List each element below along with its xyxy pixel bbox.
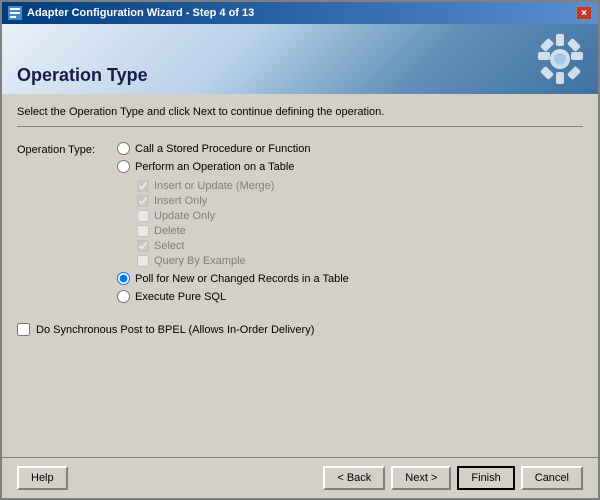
footer-right: < Back Next > Finish Cancel [323,466,583,490]
next-button[interactable]: Next > [391,466,451,490]
checkbox-sync-bpel-label[interactable]: Do Synchronous Post to BPEL (Allows In-O… [36,324,314,336]
radio-table-operation-label[interactable]: Perform an Operation on a Table [135,161,294,173]
checkbox-insert-only-label: Insert Only [154,195,207,207]
checkbox-query-by-example-label: Query By Example [154,255,246,267]
radio-poll-records-label[interactable]: Poll for New or Changed Records in a Tab… [135,273,349,285]
page-title: Operation Type [17,65,148,86]
checkbox-select[interactable] [137,240,149,252]
checkbox-item-delete: Delete [137,225,349,237]
radio-execute-sql[interactable] [117,290,130,303]
footer-left: Help [17,466,68,490]
footer: Help < Back Next > Finish Cancel [2,457,598,498]
checkbox-select-label: Select [154,240,185,252]
radio-item-table: Perform an Operation on a Table [117,160,349,173]
header-banner: Operation Type [2,24,598,94]
radio-table-operation[interactable] [117,160,130,173]
back-button[interactable]: < Back [323,466,385,490]
sync-checkbox-row: Do Synchronous Post to BPEL (Allows In-O… [17,323,583,336]
checkbox-item-update-only: Update Only [137,210,349,222]
cancel-button[interactable]: Cancel [521,466,583,490]
title-bar-text: Adapter Configuration Wizard - Step 4 of… [27,7,254,19]
wizard-window: Adapter Configuration Wizard - Step 4 of… [0,0,600,500]
close-button[interactable]: × [576,6,592,20]
checkbox-insert-update[interactable] [137,180,149,192]
radio-item-sql: Execute Pure SQL [117,290,349,303]
table-sub-options: Insert or Update (Merge) Insert Only Upd… [137,180,349,267]
radio-item-poll: Poll for New or Changed Records in a Tab… [117,272,349,285]
checkbox-query-by-example[interactable] [137,255,149,267]
radio-stored-procedure[interactable] [117,142,130,155]
checkbox-item-query: Query By Example [137,255,349,267]
operation-type-label: Operation Type: [17,142,102,156]
radio-execute-sql-label[interactable]: Execute Pure SQL [135,291,226,303]
radio-options-group: Call a Stored Procedure or Function Perf… [117,142,349,303]
checkbox-update-only-label: Update Only [154,210,215,222]
checkbox-insert-update-label: Insert or Update (Merge) [154,180,274,192]
checkbox-update-only[interactable] [137,210,149,222]
checkbox-insert-only[interactable] [137,195,149,207]
content-area: Select the Operation Type and click Next… [2,94,598,457]
form-section: Operation Type: Call a Stored Procedure … [17,142,583,445]
radio-stored-procedure-label[interactable]: Call a Stored Procedure or Function [135,143,310,155]
checkbox-delete[interactable] [137,225,149,237]
title-bar-left: Adapter Configuration Wizard - Step 4 of… [8,6,254,20]
instruction-text: Select the Operation Type and click Next… [17,106,583,127]
operation-type-row: Operation Type: Call a Stored Procedure … [17,142,583,303]
radio-poll-records[interactable] [117,272,130,285]
checkbox-item-insert-update: Insert or Update (Merge) [137,180,349,192]
title-bar: Adapter Configuration Wizard - Step 4 of… [2,2,598,24]
help-button[interactable]: Help [17,466,68,490]
finish-button[interactable]: Finish [457,466,514,490]
gear-icon [533,29,588,94]
checkbox-item-select: Select [137,240,349,252]
wizard-icon [8,6,22,20]
checkbox-sync-bpel[interactable] [17,323,30,336]
checkbox-item-insert-only: Insert Only [137,195,349,207]
radio-item-stored-procedure: Call a Stored Procedure or Function [117,142,349,155]
checkbox-delete-label: Delete [154,225,186,237]
